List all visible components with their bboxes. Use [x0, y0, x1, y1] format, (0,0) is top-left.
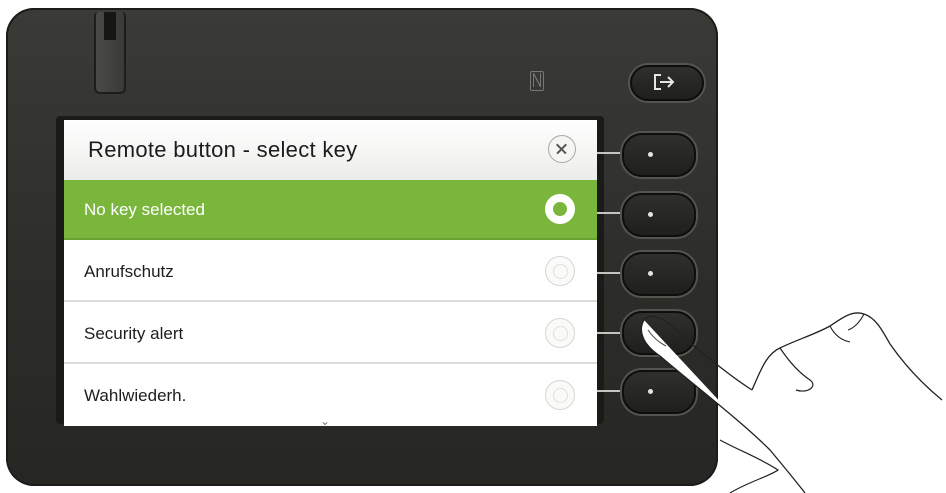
radio-icon[interactable]	[545, 256, 575, 286]
radio-icon[interactable]	[545, 318, 575, 348]
list-item-label: Security alert	[84, 324, 184, 343]
side-key-1[interactable]	[622, 133, 696, 177]
key-dot-icon	[648, 212, 653, 217]
list-item-anrufschutz[interactable]: Anrufschutz	[64, 242, 597, 302]
handset-slot	[94, 12, 126, 94]
list-item-wahlwiederh[interactable]: Wahlwiederh.	[64, 366, 597, 426]
logout-icon	[654, 74, 675, 90]
key-dot-icon	[648, 271, 653, 276]
list-item-label: No key selected	[84, 200, 205, 219]
list-item-label: Anrufschutz	[84, 262, 174, 281]
radio-icon[interactable]	[545, 380, 575, 410]
chevron-down-icon[interactable]: ⌄	[320, 414, 330, 426]
key-connector	[597, 332, 621, 334]
dialog-title: Remote button - select key	[88, 137, 358, 162]
display-screen: Remote button - select key No key select…	[64, 120, 597, 426]
list-item-no-key-selected[interactable]: No key selected	[64, 180, 597, 240]
key-connector	[597, 152, 621, 154]
side-key-2[interactable]	[622, 193, 696, 237]
radio-selected-icon[interactable]	[545, 194, 575, 224]
pointing-hand-icon	[640, 312, 943, 493]
dialog-header: Remote button - select key	[64, 120, 597, 181]
list-item-label: Wahlwiederh.	[84, 386, 187, 405]
key-dot-icon	[648, 152, 653, 157]
key-connector	[597, 272, 621, 274]
logout-button[interactable]	[630, 65, 704, 101]
close-icon[interactable]	[548, 135, 576, 163]
list-item-security-alert[interactable]: Security alert	[64, 304, 597, 364]
key-connector	[597, 390, 621, 392]
key-connector	[597, 212, 621, 214]
nfc-icon	[530, 71, 544, 91]
